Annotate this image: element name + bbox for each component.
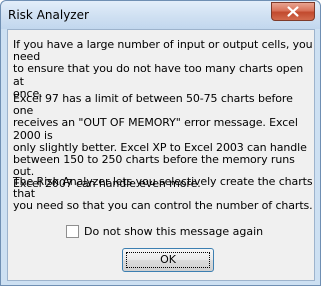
dialog-body: If you have a large number of input or o… xyxy=(7,29,315,281)
dont-show-again-checkbox[interactable] xyxy=(66,225,79,238)
close-button[interactable] xyxy=(271,2,315,21)
window-title: Risk Analyzer xyxy=(8,8,89,22)
ok-button-label: OK xyxy=(160,253,176,266)
message-paragraph-3: The Risk Analyzer lets you selectively c… xyxy=(13,175,313,213)
close-icon xyxy=(287,6,299,17)
message-paragraph-1: If you have a large number of input or o… xyxy=(13,38,313,100)
dont-show-again-label[interactable]: Do not show this message again xyxy=(84,225,263,238)
title-bar[interactable]: Risk Analyzer xyxy=(1,1,320,29)
ok-button[interactable]: OK xyxy=(122,248,214,272)
risk-analyzer-dialog: Risk Analyzer If you have a large number… xyxy=(0,0,321,286)
